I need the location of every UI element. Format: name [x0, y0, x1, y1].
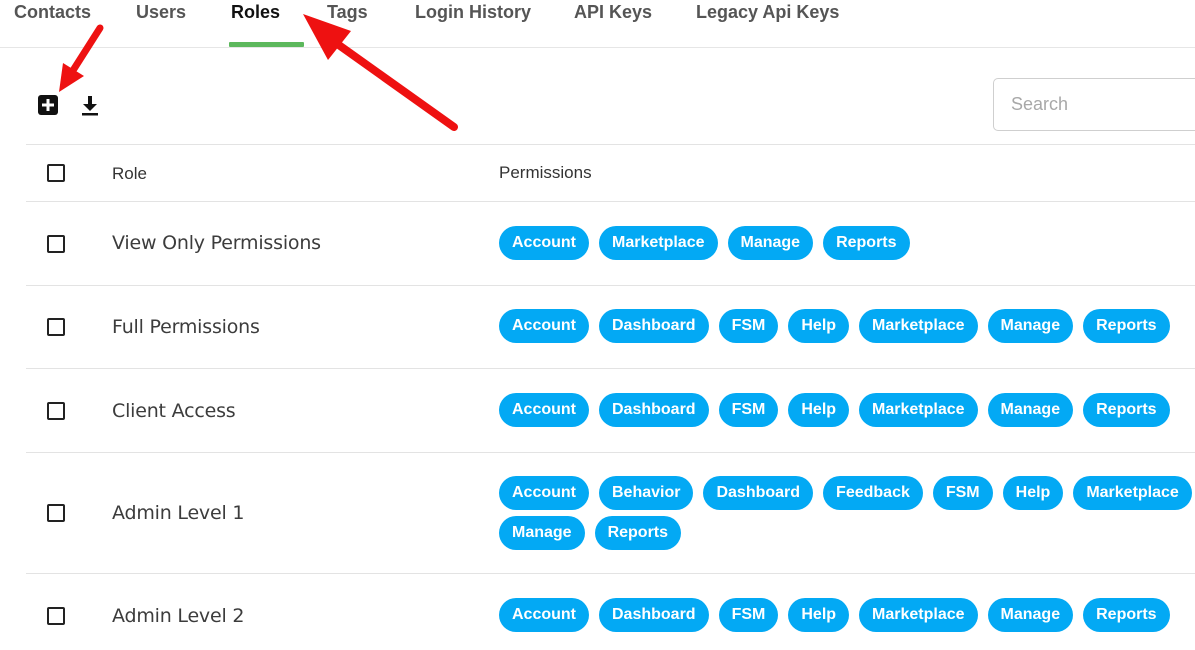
role-name[interactable]: View Only Permissions [112, 232, 321, 254]
tab-login-history[interactable]: Login History [415, 0, 531, 47]
permission-chip-manage[interactable]: Manage [987, 598, 1074, 632]
permission-chip-help[interactable]: Help [788, 309, 850, 343]
permission-chip-help[interactable]: Help [1002, 476, 1064, 510]
permission-chip-account[interactable]: Account [499, 309, 589, 343]
row-checkbox[interactable] [47, 607, 65, 625]
permission-chip-reports[interactable]: Reports [594, 516, 682, 550]
permission-chip-manage[interactable]: Manage [987, 393, 1074, 427]
permissions-column-header: Permissions [499, 163, 592, 182]
permission-chip-marketplace[interactable]: Marketplace [859, 598, 978, 632]
row-checkbox[interactable] [47, 402, 65, 420]
role-name[interactable]: Client Access [112, 400, 236, 422]
permission-chip-marketplace[interactable]: Marketplace [599, 226, 718, 260]
download-icon [82, 96, 98, 116]
permission-chip-dashboard[interactable]: Dashboard [599, 309, 709, 343]
role-column-header[interactable]: Role [112, 164, 147, 184]
permission-chip-fsm[interactable]: FSM [932, 476, 993, 510]
permission-chip-fsm[interactable]: FSM [718, 309, 779, 343]
row-divider [26, 573, 1195, 574]
permission-chip-manage[interactable]: Manage [727, 226, 814, 260]
role-name[interactable]: Full Permissions [112, 316, 260, 338]
permission-chip-dashboard[interactable]: Dashboard [599, 393, 709, 427]
search-input[interactable] [993, 78, 1195, 131]
permission-chip-reports[interactable]: Reports [823, 226, 910, 260]
permission-chip-fsm[interactable]: FSM [718, 598, 779, 632]
tab-users[interactable]: Users [136, 0, 186, 47]
permission-chip-dashboard[interactable]: Dashboard [703, 476, 814, 510]
tab-contacts[interactable]: Contacts [14, 0, 91, 47]
permission-chip-fsm[interactable]: FSM [718, 393, 779, 427]
table-top-divider [26, 144, 1195, 145]
permission-chips: Account Marketplace Manage Reports [499, 226, 1195, 260]
row-divider [26, 368, 1195, 369]
permission-chip-marketplace[interactable]: Marketplace [859, 393, 978, 427]
permission-chip-marketplace[interactable]: Marketplace [859, 309, 978, 343]
permission-chip-account[interactable]: Account [499, 598, 589, 632]
row-checkbox[interactable] [47, 235, 65, 253]
permission-chip-manage[interactable]: Manage [499, 516, 585, 550]
row-divider [26, 452, 1195, 453]
permission-chip-account[interactable]: Account [499, 476, 589, 510]
tab-api-keys[interactable]: API Keys [574, 0, 652, 47]
role-name[interactable]: Admin Level 2 [112, 605, 244, 627]
permission-chips: Account Dashboard FSM Help Marketplace Manage… [499, 309, 1195, 343]
permission-chip-account[interactable]: Account [499, 226, 589, 260]
permission-chip-behavior[interactable]: Behavior [599, 476, 694, 510]
add-role-button[interactable] [36, 93, 60, 117]
tab-tags[interactable]: Tags [327, 0, 368, 47]
tab-legacy-api-keys[interactable]: Legacy Api Keys [696, 0, 839, 47]
select-all-checkbox[interactable] [47, 164, 65, 182]
permission-chip-reports[interactable]: Reports [1083, 393, 1170, 427]
tab-bar: Contacts Users Roles Tags Login History … [0, 0, 1195, 48]
plus-square-icon [38, 95, 58, 115]
permission-chip-help[interactable]: Help [788, 598, 850, 632]
permission-chips: Account Dashboard FSM Help Marketplace Manage… [499, 598, 1195, 632]
permission-chip-reports[interactable]: Reports [1083, 598, 1170, 632]
row-checkbox[interactable] [47, 318, 65, 336]
permission-chip-account[interactable]: Account [499, 393, 589, 427]
header-divider [26, 201, 1195, 202]
permission-chips: Account Dashboard FSM Help Marketplace Manage… [499, 393, 1195, 427]
row-divider [26, 285, 1195, 286]
permission-chip-marketplace[interactable]: Marketplace [1073, 476, 1192, 510]
role-name[interactable]: Admin Level 1 [112, 502, 244, 524]
active-tab-indicator [229, 42, 304, 47]
row-checkbox[interactable] [47, 504, 65, 522]
permission-chips: Account Behavior Dashboard Feedback FSM Help M… [499, 476, 1195, 550]
permission-chip-manage[interactable]: Manage [987, 309, 1074, 343]
tab-roles[interactable]: Roles [231, 0, 280, 47]
download-button[interactable] [78, 93, 102, 117]
permission-chip-reports[interactable]: Reports [1083, 309, 1170, 343]
permission-chip-feedback[interactable]: Feedback [823, 476, 923, 510]
permission-chip-dashboard[interactable]: Dashboard [599, 598, 709, 632]
permission-chip-help[interactable]: Help [788, 393, 850, 427]
